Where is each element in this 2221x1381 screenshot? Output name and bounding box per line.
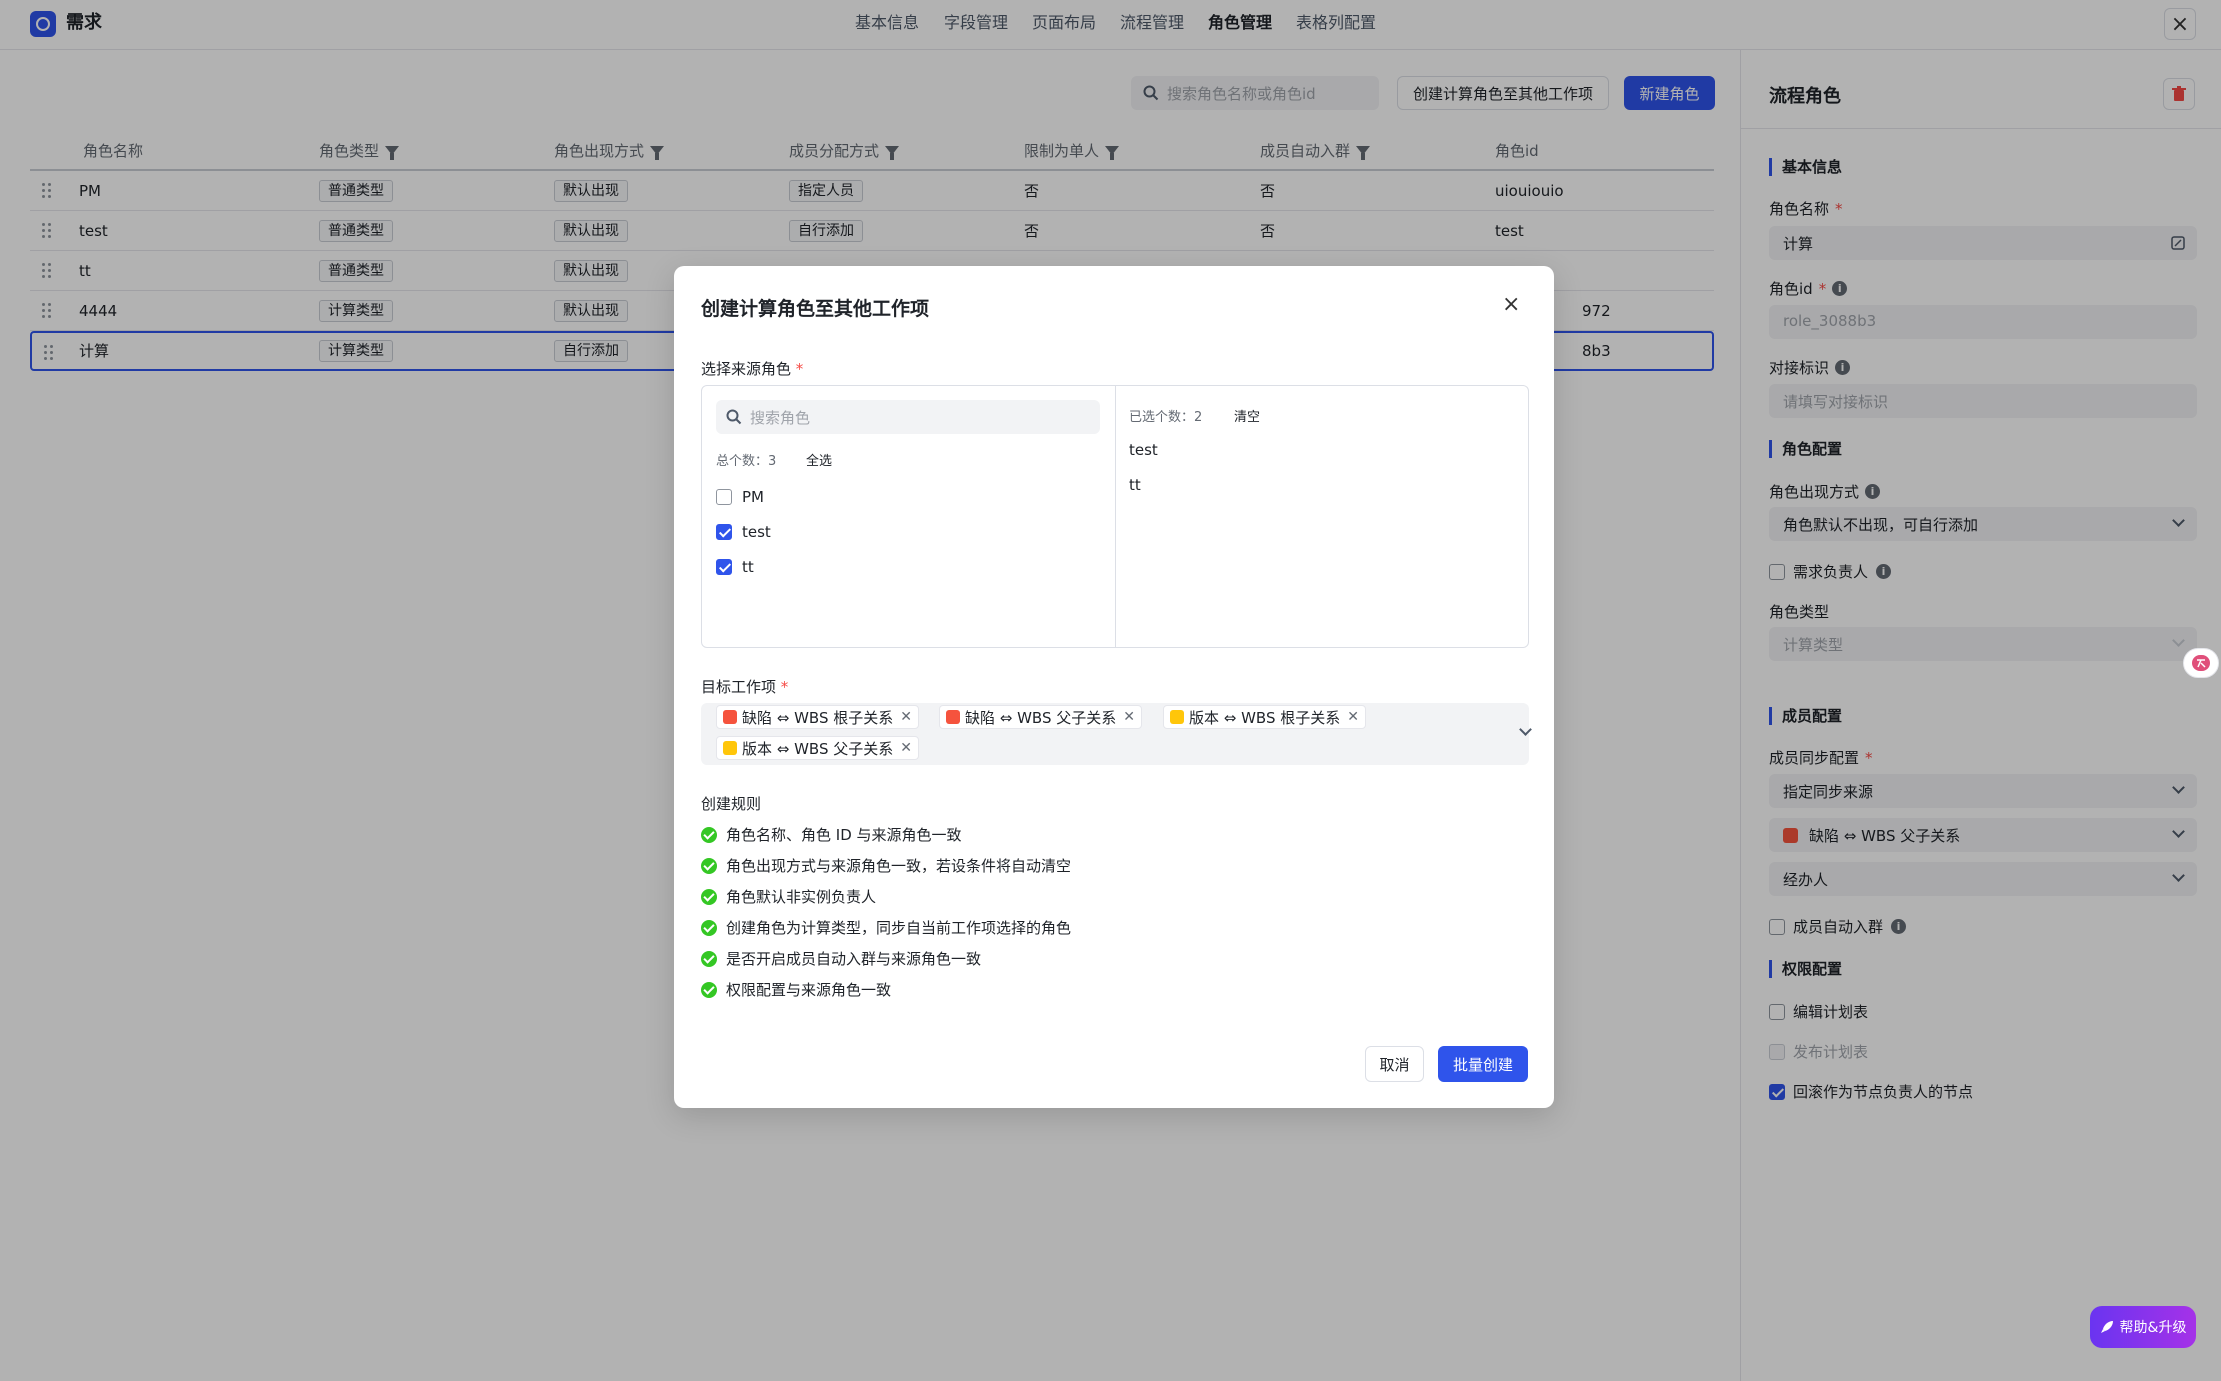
checkbox-checked-icon	[716, 524, 732, 540]
remove-icon: ✕	[900, 740, 912, 756]
rule-item: 创建角色为计算类型，同步自当前工作项选择的角色	[701, 917, 1071, 938]
bug-icon	[723, 710, 737, 724]
target-item-label: 目标工作项 *	[701, 678, 789, 696]
rule-item: 角色默认非实例负责人	[701, 886, 876, 907]
total-count: 总个数：3	[716, 454, 777, 469]
dialog-title: 创建计算角色至其他工作项	[701, 298, 930, 320]
role-option-test[interactable]: test	[716, 523, 771, 541]
source-role-label: 选择来源角色 *	[701, 360, 804, 378]
check-circle-icon	[701, 888, 717, 905]
rocket-icon	[2100, 1321, 2113, 1333]
target-item-select[interactable]: 缺陷 ⇔ WBS 根子关系 ✕ 缺陷 ⇔ WBS 父子关系 ✕ 版本 ⇔ WBS 根…	[701, 703, 1532, 765]
close-icon[interactable]: ×	[1502, 294, 1520, 316]
rule-item: 权限配置与来源角色一致	[701, 979, 891, 1000]
bug-icon	[946, 710, 960, 724]
version-icon	[723, 741, 737, 755]
role-option-pm[interactable]: PM	[716, 488, 764, 506]
translate-icon[interactable]	[2183, 648, 2219, 678]
target-chip[interactable]: 缺陷 ⇔ WBS 父子关系 ✕	[939, 705, 1142, 729]
create-compute-role-dialog: 创建计算角色至其他工作项 × 选择来源角色 * 搜索角色 总个数：3 全选 PM…	[674, 266, 1554, 1108]
remove-icon: ✕	[1347, 709, 1359, 725]
selected-count: 已选个数：2	[1129, 410, 1203, 425]
checkbox-icon	[716, 489, 732, 505]
checkbox-checked-icon	[716, 559, 732, 575]
role-option-tt[interactable]: tt	[716, 558, 754, 576]
check-circle-icon	[701, 981, 717, 998]
batch-create-button[interactable]: 批量创建	[1438, 1046, 1528, 1082]
rule-item: 角色出现方式与来源角色一致，若设条件将自动清空	[701, 855, 1071, 876]
role-search-input[interactable]: 搜索角色	[716, 400, 1100, 434]
target-chip[interactable]: 缺陷 ⇔ WBS 根子关系 ✕	[716, 705, 919, 729]
target-chip[interactable]: 版本 ⇔ WBS 根子关系 ✕	[1163, 705, 1366, 729]
role-transfer: 搜索角色 总个数：3 全选 PM test tt 已选个数：2 清空 test …	[701, 385, 1529, 648]
chevron-down-icon[interactable]	[1519, 723, 1532, 736]
check-circle-icon	[701, 950, 717, 967]
remove-icon: ✕	[900, 709, 912, 725]
target-chip[interactable]: 版本 ⇔ WBS 父子关系 ✕	[716, 736, 919, 760]
rules-label: 创建规则	[701, 795, 762, 813]
help-upgrade-button[interactable]: 帮助&升级	[2090, 1306, 2196, 1348]
rule-item: 是否开启成员自动入群与来源角色一致	[701, 948, 981, 969]
cancel-button[interactable]: 取消	[1365, 1046, 1424, 1082]
help-label: 帮助&升级	[2119, 1320, 2187, 1336]
rule-item: 角色名称、角色 ID 与来源角色一致	[701, 824, 962, 845]
clear-link[interactable]: 清空	[1234, 406, 1260, 425]
check-circle-icon	[701, 826, 717, 843]
search-placeholder: 搜索角色	[750, 409, 811, 427]
transfer-divider	[1115, 386, 1116, 647]
check-circle-icon	[701, 857, 717, 874]
select-all-link[interactable]: 全选	[806, 450, 832, 469]
search-icon	[726, 409, 742, 425]
remove-icon: ✕	[1123, 709, 1135, 725]
version-icon	[1170, 710, 1184, 724]
selected-item: tt	[1129, 476, 1141, 494]
selected-item: test	[1129, 441, 1158, 459]
check-circle-icon	[701, 919, 717, 936]
